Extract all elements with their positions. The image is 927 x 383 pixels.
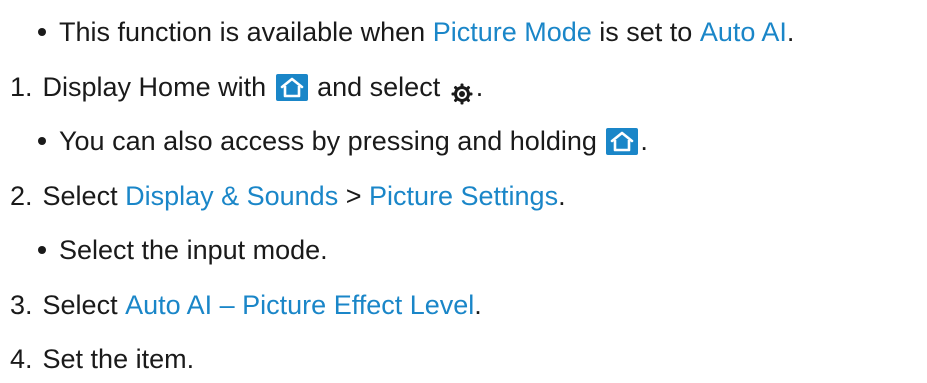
- display-sounds-link[interactable]: Display & Sounds: [125, 174, 338, 218]
- breadcrumb-separator: >: [338, 181, 369, 211]
- step-text: Select: [42, 290, 126, 320]
- step-text: Select: [42, 181, 126, 211]
- picture-effect-level-link[interactable]: Auto AI – Picture Effect Level: [125, 283, 474, 327]
- step-number: 2.: [10, 181, 33, 211]
- step-text: Set the item.: [42, 344, 195, 374]
- step-text: and select: [309, 72, 448, 102]
- step-number: 1.: [10, 72, 33, 102]
- note-text: is set to: [591, 17, 700, 47]
- note-text: You can also access by pressing and hold…: [59, 126, 605, 156]
- step-text: .: [474, 290, 482, 320]
- step-number: 3.: [10, 290, 33, 320]
- help-document: This function is available when Picture …: [0, 0, 927, 383]
- picture-settings-link[interactable]: Picture Settings: [369, 174, 558, 218]
- note-text: .: [786, 17, 795, 47]
- step-text: .: [558, 181, 566, 211]
- step-4: 4. Set the item.: [10, 337, 194, 381]
- step-text: Display Home with: [42, 72, 274, 102]
- step-2: 2. Select Display & Sounds > Picture Set…: [10, 174, 566, 218]
- picture-mode-link[interactable]: Picture Mode: [433, 10, 592, 54]
- note-shortcut: You can also access by pressing and hold…: [38, 119, 648, 163]
- bullet-icon: [38, 246, 46, 254]
- bullet-icon: [38, 28, 46, 36]
- home-icon: [275, 73, 308, 101]
- step-text: .: [475, 72, 484, 102]
- step-number: 4.: [10, 344, 33, 374]
- note-text: Select the input mode.: [59, 235, 328, 265]
- step-3: 3. Select Auto AI – Picture Effect Level…: [10, 283, 482, 327]
- note-text: This function is available when: [59, 17, 433, 47]
- bullet-icon: [38, 137, 46, 145]
- note-availability: This function is available when Picture …: [38, 10, 794, 54]
- home-icon: [606, 127, 639, 155]
- gear-icon: [450, 75, 474, 105]
- step-1: 1. Display Home with and select .: [10, 65, 483, 109]
- note-input-mode: Select the input mode.: [38, 228, 328, 272]
- note-text: .: [640, 126, 648, 156]
- auto-ai-link[interactable]: Auto AI: [700, 10, 787, 54]
